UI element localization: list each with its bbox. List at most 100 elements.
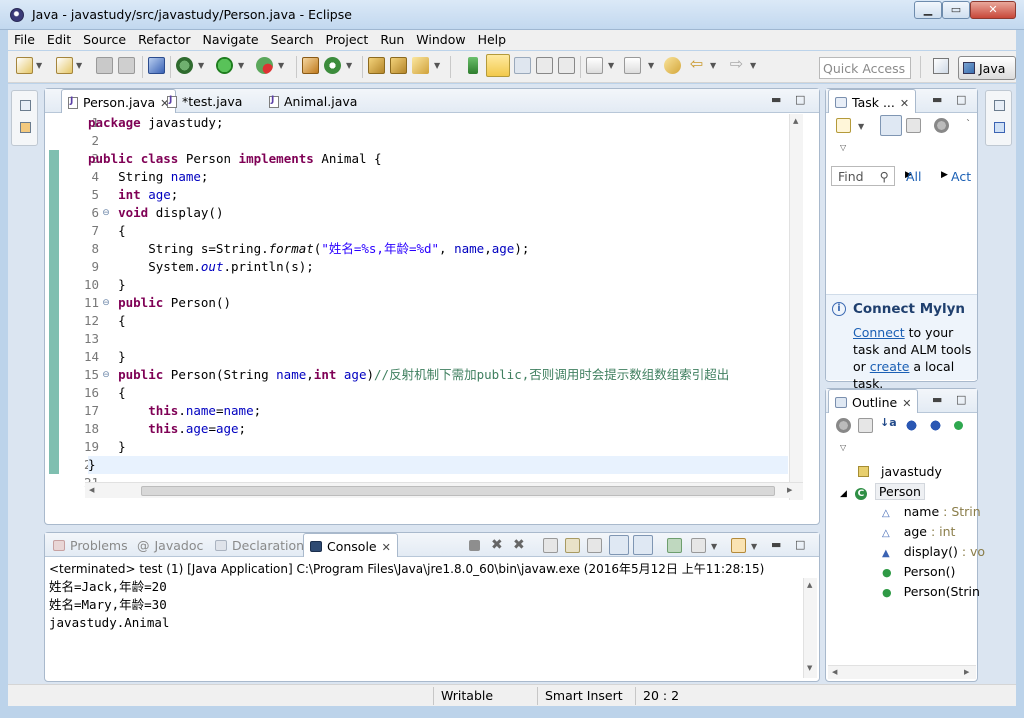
pin-console-icon[interactable] (667, 538, 682, 553)
tab-test-java[interactable]: *test.java (161, 89, 248, 113)
chevron-down-icon[interactable]: ▼ (36, 61, 42, 70)
chevron-down-icon[interactable]: ▼ (608, 61, 614, 70)
outline-package[interactable]: javastudy (858, 462, 942, 482)
code-line[interactable]: this.age=age; (88, 420, 788, 438)
forward-arrow-icon[interactable]: ⇨ (728, 56, 745, 74)
create-link[interactable]: create (870, 359, 910, 374)
open-folder-icon[interactable] (390, 57, 407, 74)
scheduled-icon[interactable] (906, 118, 921, 133)
find-input[interactable]: Find ⚲ (831, 166, 895, 186)
menu-navigate[interactable]: Navigate (197, 30, 265, 50)
scroll-lock-icon[interactable] (565, 538, 580, 553)
close-button[interactable]: ✕ (970, 1, 1016, 19)
close-icon[interactable]: ✕ (382, 541, 391, 554)
mark-occurrences-icon[interactable] (486, 54, 510, 77)
focus-icon[interactable] (934, 118, 949, 133)
chevron-down-icon[interactable]: ▼ (750, 61, 756, 70)
outline-member[interactable]: ● Person() (882, 562, 955, 582)
vertical-scrollbar[interactable]: ▲ ▼ (803, 578, 817, 678)
block-select-icon[interactable] (536, 57, 553, 74)
paragraph-icon[interactable] (558, 57, 575, 74)
console-output[interactable]: 姓名=Jack,年龄=20 姓名=Mary,年龄=30 javastudy.An… (49, 578, 169, 632)
code-line[interactable]: } (88, 438, 788, 456)
code-line[interactable]: package javastudy; (88, 114, 788, 132)
outline-member[interactable]: △ age : int (882, 522, 955, 542)
code-line[interactable]: String name; (88, 168, 788, 186)
search-tool-icon[interactable] (412, 57, 429, 74)
chevron-down-icon[interactable]: ▼ (751, 542, 757, 551)
tab-person-java[interactable]: Person.java✕ (61, 89, 177, 113)
categorized-icon[interactable] (880, 115, 902, 136)
remove-all-icon[interactable]: ✖ (513, 538, 528, 553)
chevron-down-icon[interactable]: ▼ (710, 61, 716, 70)
view-menu-icon[interactable]: ˋ (966, 119, 971, 130)
chevron-down-icon[interactable]: ▽ (840, 143, 846, 152)
menu-run[interactable]: Run (374, 30, 410, 50)
chevron-down-icon[interactable]: ▼ (434, 61, 440, 70)
menu-edit[interactable]: Edit (41, 30, 77, 50)
minimize-view-icon[interactable]: ▬ (932, 393, 942, 406)
save-all-icon[interactable] (118, 57, 135, 74)
close-icon[interactable]: ✕ (902, 397, 911, 410)
minimize-view-icon[interactable]: ▬ (771, 538, 781, 551)
menu-help[interactable]: Help (472, 30, 513, 50)
code-line[interactable]: System.out.println(s); (88, 258, 788, 276)
external-tools-icon[interactable] (256, 57, 273, 74)
collapse-all-icon[interactable] (836, 418, 851, 433)
tab-javadoc[interactable]: @ Javadoc (131, 533, 209, 557)
word-wrap-icon[interactable] (587, 538, 602, 553)
minimize-view-icon[interactable]: ▬ (771, 93, 781, 106)
tab-outline[interactable]: Outline ✕ (828, 389, 919, 413)
horizontal-scrollbar[interactable]: ◀ ▶ (828, 665, 976, 679)
horizontal-scrollbar[interactable]: ◀ ▶ (85, 482, 803, 498)
show-on-stderr-icon[interactable] (633, 535, 653, 555)
code-line[interactable]: this.name=name; (88, 402, 788, 420)
code-line[interactable] (88, 132, 788, 150)
hide-fields-icon[interactable] (904, 418, 919, 433)
new-package-icon[interactable] (56, 57, 73, 74)
terminate-icon[interactable] (469, 540, 480, 551)
activate-link[interactable]: Act (951, 169, 971, 184)
skip-breakpoints-icon[interactable] (148, 57, 165, 74)
remove-launch-icon[interactable]: ✖ (491, 538, 506, 553)
open-console-icon[interactable] (731, 538, 746, 553)
minimize-view-icon[interactable]: ▬ (932, 93, 942, 106)
clear-console-icon[interactable] (543, 538, 558, 553)
chevron-down-icon[interactable]: ▼ (198, 61, 204, 70)
code-line[interactable]: void display() (88, 204, 788, 222)
code-line[interactable]: { (88, 384, 788, 402)
code-line[interactable] (88, 330, 788, 348)
tab-task-list[interactable]: Task ... ✕ (828, 89, 917, 113)
last-edit-icon[interactable] (664, 57, 681, 74)
quick-access-input[interactable]: Quick Access (819, 57, 911, 79)
outline-member[interactable]: △ name : Strin (882, 502, 981, 522)
open-type-icon[interactable] (368, 57, 385, 74)
scroll-thumb[interactable] (141, 486, 775, 496)
view-icon[interactable] (994, 122, 1005, 133)
maximize-view-icon[interactable]: □ (795, 93, 805, 106)
maximize-view-icon[interactable]: □ (956, 93, 966, 106)
outline-member[interactable]: ▲ display() : vo (882, 542, 985, 562)
chevron-down-icon[interactable]: ▼ (858, 122, 864, 131)
minimize-button[interactable]: ▁ (914, 1, 942, 19)
sort-icon[interactable]: ↓a (880, 416, 897, 431)
chevron-down-icon[interactable]: ▼ (76, 61, 82, 70)
code-line[interactable]: } (88, 348, 788, 366)
code-editor[interactable]: 1 2 3 4 5 6 7 8 9 10 11 12 13 14 15 16 1… (45, 114, 819, 500)
new-task-icon[interactable] (836, 118, 851, 133)
open-perspective-icon[interactable] (933, 58, 949, 74)
outline-class[interactable]: ◢ C Person (840, 482, 925, 502)
vertical-scrollbar[interactable]: ▲ ▼ (789, 114, 803, 500)
menu-project[interactable]: Project (320, 30, 375, 50)
show-on-stdout-icon[interactable] (609, 535, 629, 555)
code-line[interactable]: public Person() (88, 294, 788, 312)
chevron-down-icon[interactable]: ▼ (711, 542, 717, 551)
code-line[interactable]: int age; (88, 186, 788, 204)
chevron-down-icon[interactable]: ▽ (840, 443, 846, 452)
code-text[interactable]: package javastudy; public class Person i… (88, 114, 788, 492)
prev-annotation-icon[interactable] (624, 57, 641, 74)
code-line[interactable]: { (88, 312, 788, 330)
maximize-button[interactable]: ▭ (942, 1, 970, 19)
menu-search[interactable]: Search (265, 30, 320, 50)
restore-icon[interactable] (20, 100, 31, 111)
